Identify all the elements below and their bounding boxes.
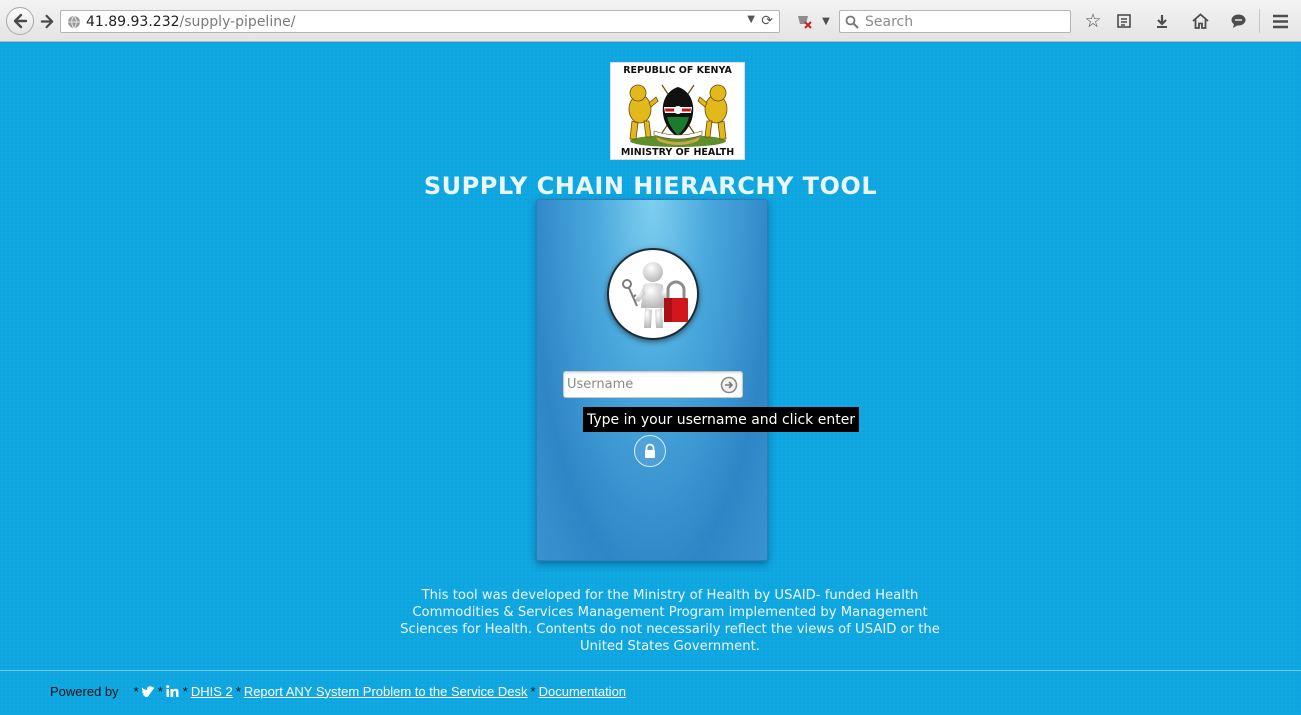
reload-icon[interactable]: ⟳ [761, 13, 773, 29]
disclaimer-text: This tool was developed for the Ministry… [400, 588, 940, 654]
back-button[interactable] [6, 7, 34, 35]
download-icon[interactable] [1152, 11, 1172, 31]
coat-of-arms-icon [628, 84, 727, 147]
footer-separator: * [530, 683, 536, 699]
forward-button[interactable] [35, 10, 59, 32]
addon-dropdown-icon[interactable]: ▼ [816, 11, 836, 31]
arrow-right-icon [40, 14, 53, 28]
url-path: /supply-pipeline/ [179, 13, 296, 30]
footer-separator: * [235, 683, 241, 699]
user-with-key-and-padlock-icon [622, 262, 688, 328]
browser-toolbar: 41.89.93.232/supply-pipeline/ ▼ ⟳ ▼ Sear… [0, 0, 1301, 42]
toolbar-separator [1259, 9, 1260, 33]
footer-separator: * [133, 683, 139, 699]
username-field [563, 371, 743, 398]
documentation-link[interactable]: Documentation [539, 684, 626, 699]
powered-by-label: Powered by [50, 683, 119, 699]
page-content: REPUBLIC OF KENYA MINISTRY OF HEALTH SUP… [0, 43, 1301, 715]
star-icon[interactable]: ☆ [1083, 10, 1103, 32]
arrow-left-icon [13, 13, 28, 29]
url-bar[interactable]: 41.89.93.232/supply-pipeline/ ▼ ⟳ [60, 10, 780, 33]
login-lock-button[interactable] [634, 435, 666, 467]
login-card [536, 199, 768, 561]
footer-divider [0, 670, 1301, 671]
search-placeholder: Search [865, 13, 914, 30]
avatar [607, 248, 699, 340]
service-desk-link[interactable]: Report ANY System Problem to the Service… [244, 684, 528, 699]
footer: Powered by * * * DHIS 2 * Report ANY Sys… [50, 683, 626, 699]
reading-list-icon[interactable] [1114, 11, 1134, 31]
url-host: 41.89.93.232 [86, 13, 180, 30]
footer-separator: * [157, 683, 163, 699]
search-bar[interactable]: Search [839, 10, 1071, 33]
padlock-icon [645, 443, 655, 458]
dhis2-link[interactable]: DHIS 2 [191, 684, 233, 699]
linkedin-icon[interactable] [166, 685, 180, 697]
username-input[interactable] [564, 372, 714, 397]
arrow-circle-right-icon[interactable] [720, 376, 738, 394]
username-tooltip: Type in your username and click enter [583, 407, 860, 432]
twitter-icon[interactable] [141, 685, 155, 697]
search-icon [845, 15, 859, 29]
hamburger-menu-icon[interactable] [1270, 11, 1290, 31]
emblem-top-text: REPUBLIC OF KENYA [623, 65, 732, 76]
globe-icon [67, 15, 81, 29]
home-icon[interactable] [1190, 11, 1210, 31]
url-history-dropdown-icon[interactable]: ▼ [747, 14, 755, 25]
addon-icon[interactable] [794, 11, 814, 31]
emblem-bottom-text: MINISTRY OF HEALTH [620, 147, 735, 158]
footer-separator: * [182, 683, 188, 699]
kenya-coat-of-arms-logo: REPUBLIC OF KENYA MINISTRY OF HEALTH [610, 62, 745, 160]
page-title: SUPPLY CHAIN HIERARCHY TOOL [423, 172, 878, 200]
chat-icon[interactable] [1228, 11, 1248, 31]
